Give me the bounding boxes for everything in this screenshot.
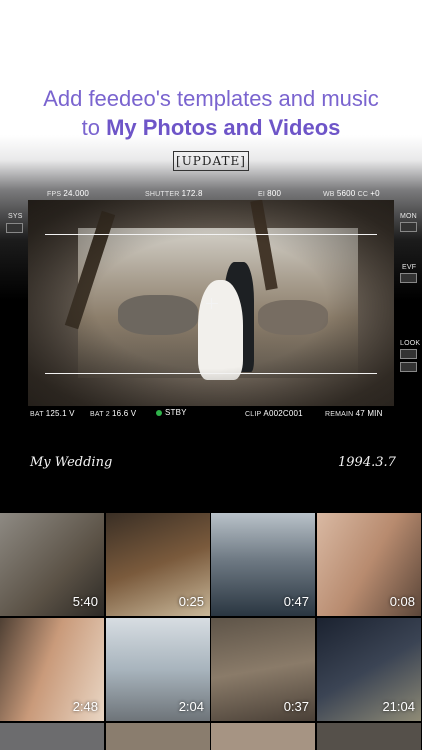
hero-banner: Add feedeo's templates and music to My P… [0, 0, 422, 512]
video-tile[interactable] [317, 723, 421, 750]
hud-clip-value: A002C001 [263, 409, 303, 418]
hud-shutter-value: 172.8 [181, 189, 203, 198]
hud-wb-label: WB [323, 191, 335, 198]
hud-ei-value: 800 [267, 189, 282, 198]
sys-indicator [6, 223, 23, 233]
crosshair-h [206, 303, 218, 304]
hud-clip-label: CLIP [245, 411, 262, 418]
headline-prefix: to [81, 115, 107, 140]
hud-shutter-label: SHUTTER [145, 191, 180, 198]
hud-bat-label: BAT [30, 411, 44, 418]
evf-indicator [400, 273, 417, 283]
hud-shutter: SHUTTER 172.8 [145, 189, 203, 198]
hud-sys-label: SYS [8, 213, 23, 220]
headline-line1: Add feedeo's templates and music [43, 86, 379, 111]
video-tile[interactable]: 2:04 [106, 618, 210, 721]
video-tile[interactable]: 0:25 [106, 513, 210, 616]
video-duration: 0:25 [178, 594, 204, 609]
hud-stby-label: STBY [165, 408, 187, 417]
hud-evf-label: EVF [402, 264, 417, 271]
hud-bat2-value: 16.6 V [111, 409, 137, 418]
look-indicator-1 [400, 349, 417, 359]
record-status-icon [156, 410, 162, 417]
hud-bat2: BAT 2 16.6 V [90, 409, 136, 418]
video-tile[interactable]: 2:48 [0, 618, 104, 721]
video-duration: 5:40 [72, 594, 98, 609]
caption-date: 1994.3.7 [338, 455, 396, 470]
hud-bat: BAT 125.1 V [30, 409, 75, 418]
hud-ei-label: EI [258, 191, 266, 198]
crosshair-v [211, 298, 212, 309]
frame-line-bottom [45, 373, 377, 374]
video-tile[interactable]: 0:37 [211, 618, 315, 721]
hud-cc-label: CC [357, 191, 369, 198]
hud-remain-value: 47 MIN [355, 409, 383, 418]
hud-ei: EI 800 [258, 189, 281, 198]
video-tile[interactable] [106, 723, 210, 750]
video-tile[interactable]: 0:08 [317, 513, 421, 616]
video-duration: 2:48 [72, 699, 98, 714]
hud-look-label: LOOK [400, 340, 421, 347]
video-tile[interactable]: 5:40 [0, 513, 104, 616]
video-duration: 2:04 [178, 699, 204, 714]
headline-bold: My Photos and Videos [106, 115, 341, 140]
hud-remain: REMAIN 47 MIN [325, 409, 383, 418]
hud-fps-value: 24.000 [63, 189, 90, 198]
update-badge: [UPDATE] [173, 151, 249, 171]
hud-bat2-label: BAT 2 [90, 411, 110, 418]
look-indicator-2 [400, 362, 417, 372]
hud-fps: FPS 24.000 [47, 189, 89, 198]
video-duration: 0:37 [283, 699, 309, 714]
video-duration: 0:47 [283, 594, 309, 609]
hud-bat-value: 125.1 V [45, 409, 75, 418]
video-tile[interactable]: 21:04 [317, 618, 421, 721]
hud-stby: STBY [156, 408, 187, 417]
hud-remain-label: REMAIN [325, 411, 354, 418]
headline: Add feedeo's templates and music to My P… [0, 84, 422, 142]
frame-line-top [45, 234, 377, 235]
video-tile[interactable]: 0:47 [211, 513, 315, 616]
video-duration: 0:08 [389, 594, 415, 609]
video-duration: 21:04 [382, 699, 415, 714]
hud-wb-value: 5600 [336, 189, 356, 198]
mon-indicator [400, 222, 417, 232]
video-tile[interactable] [0, 723, 104, 750]
video-grid: 5:40 0:25 0:47 0:08 2:48 2:04 0:37 21:04 [0, 512, 422, 750]
caption-title: My Wedding [30, 455, 113, 470]
headline-line2: to My Photos and Videos [0, 113, 422, 142]
hud-clip: CLIP A002C001 [245, 409, 303, 418]
hud-fps-label: FPS [47, 191, 62, 198]
video-tile[interactable] [211, 723, 315, 750]
hud-cc-value: +0 [370, 189, 380, 198]
hud-mon-label: MON [400, 213, 417, 220]
hud-wb: WB 5600 CC +0 [323, 189, 380, 198]
